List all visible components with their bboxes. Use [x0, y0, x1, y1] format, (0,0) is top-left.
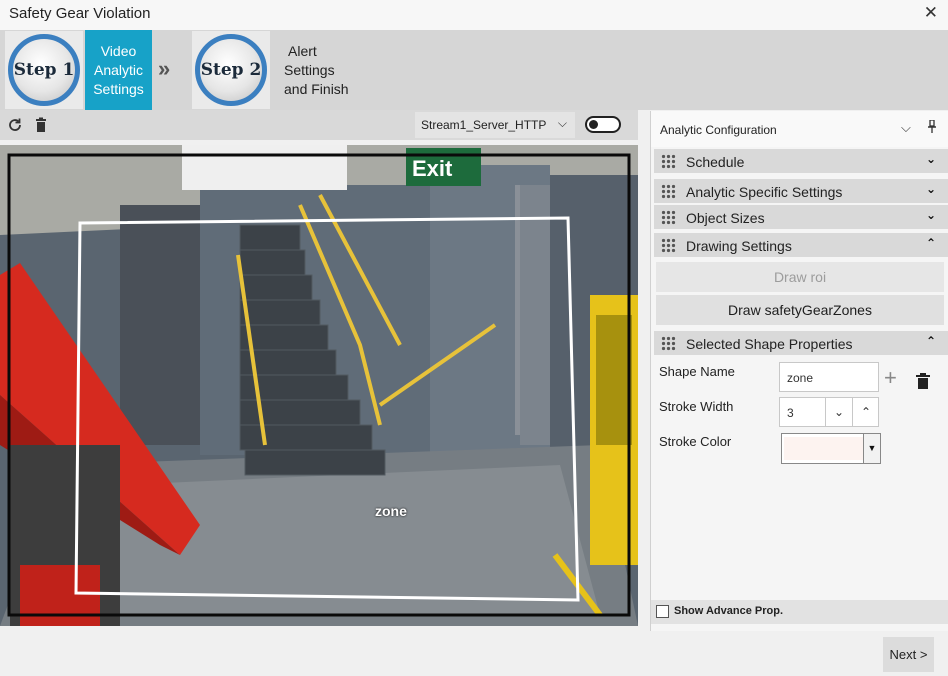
section-selected-shape-properties[interactable]: Selected Shape Properties ⌃ — [654, 331, 948, 355]
add-icon[interactable]: + — [884, 367, 897, 389]
grip-icon — [661, 336, 676, 351]
step-2-label[interactable]: Alert Settings and Finish — [280, 30, 370, 110]
zone-label: zone — [375, 503, 407, 519]
step-2-label-line: and Finish — [284, 80, 349, 97]
chevron-down-icon: ⌄ — [925, 208, 936, 222]
stroke-color-picker[interactable]: ▼ — [781, 433, 881, 464]
section-analytic-specific-settings[interactable]: Analytic Specific Settings ⌄ — [654, 179, 948, 203]
trash-icon[interactable] — [916, 373, 930, 389]
chevron-down-icon: ⌄ — [925, 152, 936, 166]
chevron-down-icon[interactable]: ⌵ — [901, 120, 911, 136]
step-1-label-line: Settings — [93, 80, 144, 97]
stroke-width-value: 3 — [787, 406, 794, 420]
video-toolbar: Stream1_Server_HTTP ⌵ — [0, 110, 638, 140]
section-label: Selected Shape Properties — [686, 336, 853, 352]
step-1-label-line: Analytic — [93, 61, 144, 78]
window-title: Safety Gear Violation — [9, 5, 151, 22]
step-1-badge[interactable]: Step 1 — [5, 31, 83, 109]
section-drawing-settings[interactable]: Drawing Settings ⌃ — [654, 233, 948, 257]
caret-down-icon: ▼ — [863, 434, 880, 463]
chevron-up-icon[interactable]: ⌃ — [852, 398, 879, 426]
step-1-label[interactable]: Video Analytic Settings — [85, 30, 152, 110]
draw-roi-button[interactable]: Draw roi — [656, 262, 944, 292]
shape-name-input[interactable]: zone — [779, 362, 879, 392]
camera-frame: Exit — [0, 145, 638, 626]
section-object-sizes[interactable]: Object Sizes ⌄ — [654, 205, 948, 229]
grip-icon — [661, 184, 676, 199]
show-advance-checkbox[interactable] — [656, 605, 669, 618]
next-button[interactable]: Next > — [883, 637, 934, 672]
stream-select[interactable]: Stream1_Server_HTTP ⌵ — [415, 112, 575, 138]
step-2-label-line: Settings — [284, 61, 335, 78]
grip-icon — [661, 238, 676, 253]
grip-icon — [661, 154, 676, 169]
toggle-knob — [589, 120, 598, 129]
stream-toggle[interactable] — [585, 116, 621, 133]
grip-icon — [661, 210, 676, 225]
stream-select-value: Stream1_Server_HTTP — [421, 118, 547, 132]
stroke-width-stepper[interactable]: 3 ⌄ ⌃ — [779, 397, 879, 427]
section-schedule[interactable]: Schedule ⌄ — [654, 149, 948, 173]
panel-header: Analytic Configuration ⌵ — [651, 111, 948, 147]
trash-icon[interactable] — [33, 117, 49, 133]
title-bar: Safety Gear Violation ✕ — [0, 0, 948, 30]
show-advance-label: Show Advance Prop. — [674, 605, 784, 617]
chevron-down-icon: ⌄ — [925, 182, 936, 196]
color-swatch — [784, 437, 863, 460]
wizard-steps: Step 1 Video Analytic Settings » Step 2 … — [0, 30, 948, 110]
draw-safety-gear-zones-button[interactable]: Draw safetyGearZones — [656, 295, 944, 325]
chevron-up-icon: ⌃ — [925, 334, 936, 348]
pin-icon[interactable] — [927, 119, 937, 137]
section-label: Schedule — [686, 154, 745, 170]
section-label: Analytic Specific Settings — [686, 184, 843, 200]
chevron-down-icon[interactable]: ⌄ — [825, 398, 852, 426]
step-1-badge-text: Step 1 — [13, 60, 75, 80]
refresh-icon[interactable] — [7, 117, 23, 133]
video-viewport[interactable]: Exit zone — [0, 145, 638, 626]
shape-name-label: Shape Name — [659, 364, 735, 379]
close-icon[interactable]: ✕ — [924, 3, 938, 23]
section-label: Drawing Settings — [686, 238, 792, 254]
chevron-up-icon: ⌃ — [925, 236, 936, 250]
panel-title: Analytic Configuration — [660, 123, 777, 137]
step-1-label-line: Video — [100, 42, 137, 59]
advance-props-row: Show Advance Prop. — [651, 600, 948, 624]
step-2-badge[interactable]: Step 2 — [192, 31, 270, 109]
svg-text:Exit: Exit — [412, 156, 453, 181]
section-label: Object Sizes — [686, 210, 765, 226]
stroke-width-label: Stroke Width — [659, 399, 734, 414]
step-2-label-line: Alert — [288, 42, 317, 59]
step-2-badge-text: Step 2 — [200, 60, 262, 80]
analytic-config-panel: Analytic Configuration ⌵ Schedule ⌄ Anal… — [650, 111, 948, 631]
stroke-color-label: Stroke Color — [659, 434, 732, 449]
double-chevron-icon: » — [158, 56, 170, 81]
chevron-down-icon: ⌵ — [557, 116, 567, 130]
